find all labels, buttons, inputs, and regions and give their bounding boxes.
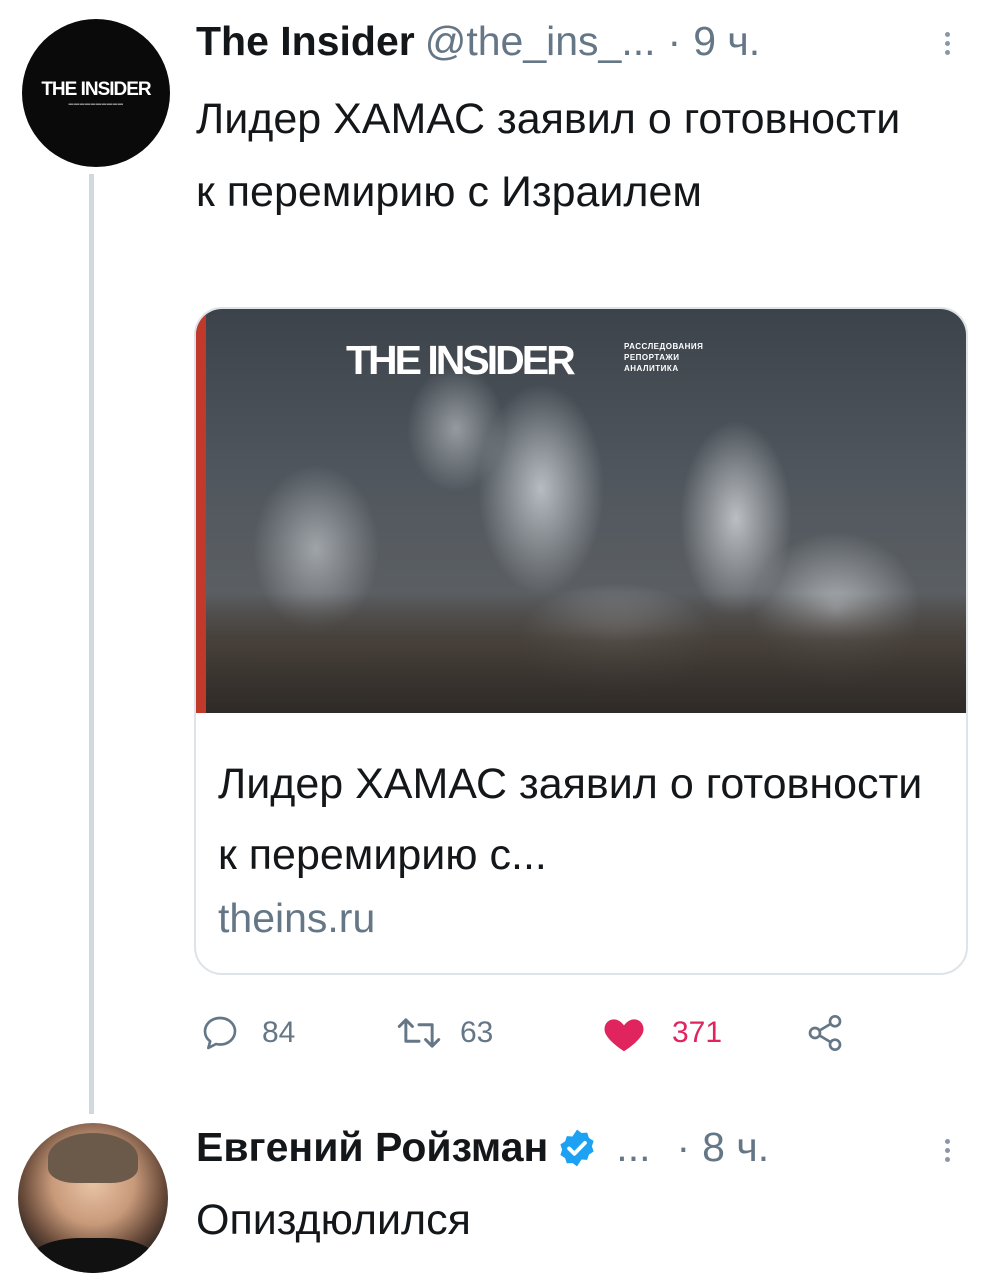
retweet-button[interactable]: 63 (396, 1013, 493, 1053)
avatar-hair (48, 1133, 138, 1183)
card-image-tagline: РАССЛЕДОВАНИЯ РЕПОРТАЖИ АНАЛИТИКА (624, 341, 703, 374)
share-icon (808, 1015, 842, 1051)
tweet-timestamp[interactable]: 9 ч. (693, 18, 760, 65)
separator-dot: · (667, 18, 682, 64)
card-title: Лидер ХАМАС заявил о готовности к переми… (218, 760, 923, 879)
verified-badge-icon (560, 1129, 594, 1166)
retweet-icon (397, 1018, 441, 1048)
card-domain: theins.ru (218, 895, 376, 941)
link-preview-card[interactable]: THE INSIDER РАССЛЕДОВАНИЯ РЕПОРТАЖИ АНАЛ… (194, 307, 968, 975)
avatar-logo-text: THE INSIDER (41, 78, 151, 100)
tweet-text: Опиздюлился (196, 1196, 471, 1244)
like-button[interactable]: 371 (602, 1013, 722, 1053)
author-name[interactable]: Евгений Ройзман (196, 1124, 548, 1171)
card-image: THE INSIDER РАССЛЕДОВАНИЯ РЕПОРТАЖИ АНАЛ… (196, 309, 966, 713)
author-handle[interactable]: ... (616, 1124, 650, 1171)
tweet2-header: Евгений Ройзман ... · 8 ч. (196, 1124, 769, 1171)
author-name[interactable]: The Insider (196, 18, 415, 65)
card-image-logo: THE INSIDER (346, 337, 576, 383)
avatar-logo-underline: ▬▬▬▬▬▬▬▬▬▬ (68, 100, 124, 107)
more-icon[interactable] (945, 1139, 951, 1166)
tagline-line: АНАЛИТИКА (624, 364, 679, 373)
reply-count: 84 (262, 1016, 296, 1049)
reply-icon (203, 1016, 237, 1050)
the-insider-avatar[interactable]: THE INSIDER ▬▬▬▬▬▬▬▬▬▬ (22, 19, 170, 167)
reply-button[interactable]: 84 (200, 1013, 295, 1053)
avatar-shirt (28, 1238, 158, 1273)
accent-bar (196, 309, 206, 713)
tagline-line: РЕПОРТАЖИ (624, 353, 680, 362)
tweet-timestamp[interactable]: 8 ч. (702, 1124, 769, 1171)
retweet-count: 63 (460, 1016, 494, 1049)
share-button[interactable] (804, 1013, 846, 1053)
like-count: 371 (672, 1016, 723, 1049)
user-avatar[interactable] (18, 1123, 168, 1273)
tagline-line: РАССЛЕДОВАНИЯ (624, 342, 704, 351)
author-handle[interactable]: @the_ins_... (425, 18, 656, 65)
thread-connector-line (89, 174, 94, 1114)
tweet-text: Лидер ХАМАС заявил о готовности к переми… (196, 95, 901, 216)
like-heart-icon (604, 1019, 644, 1052)
city-skyline (196, 593, 966, 713)
separator-dot: · (676, 1124, 691, 1170)
more-icon[interactable] (945, 32, 951, 59)
card-body: Лидер ХАМАС заявил о готовности к переми… (218, 749, 948, 942)
tweet1-header: The Insider @the_ins_... · 9 ч. (196, 18, 760, 65)
